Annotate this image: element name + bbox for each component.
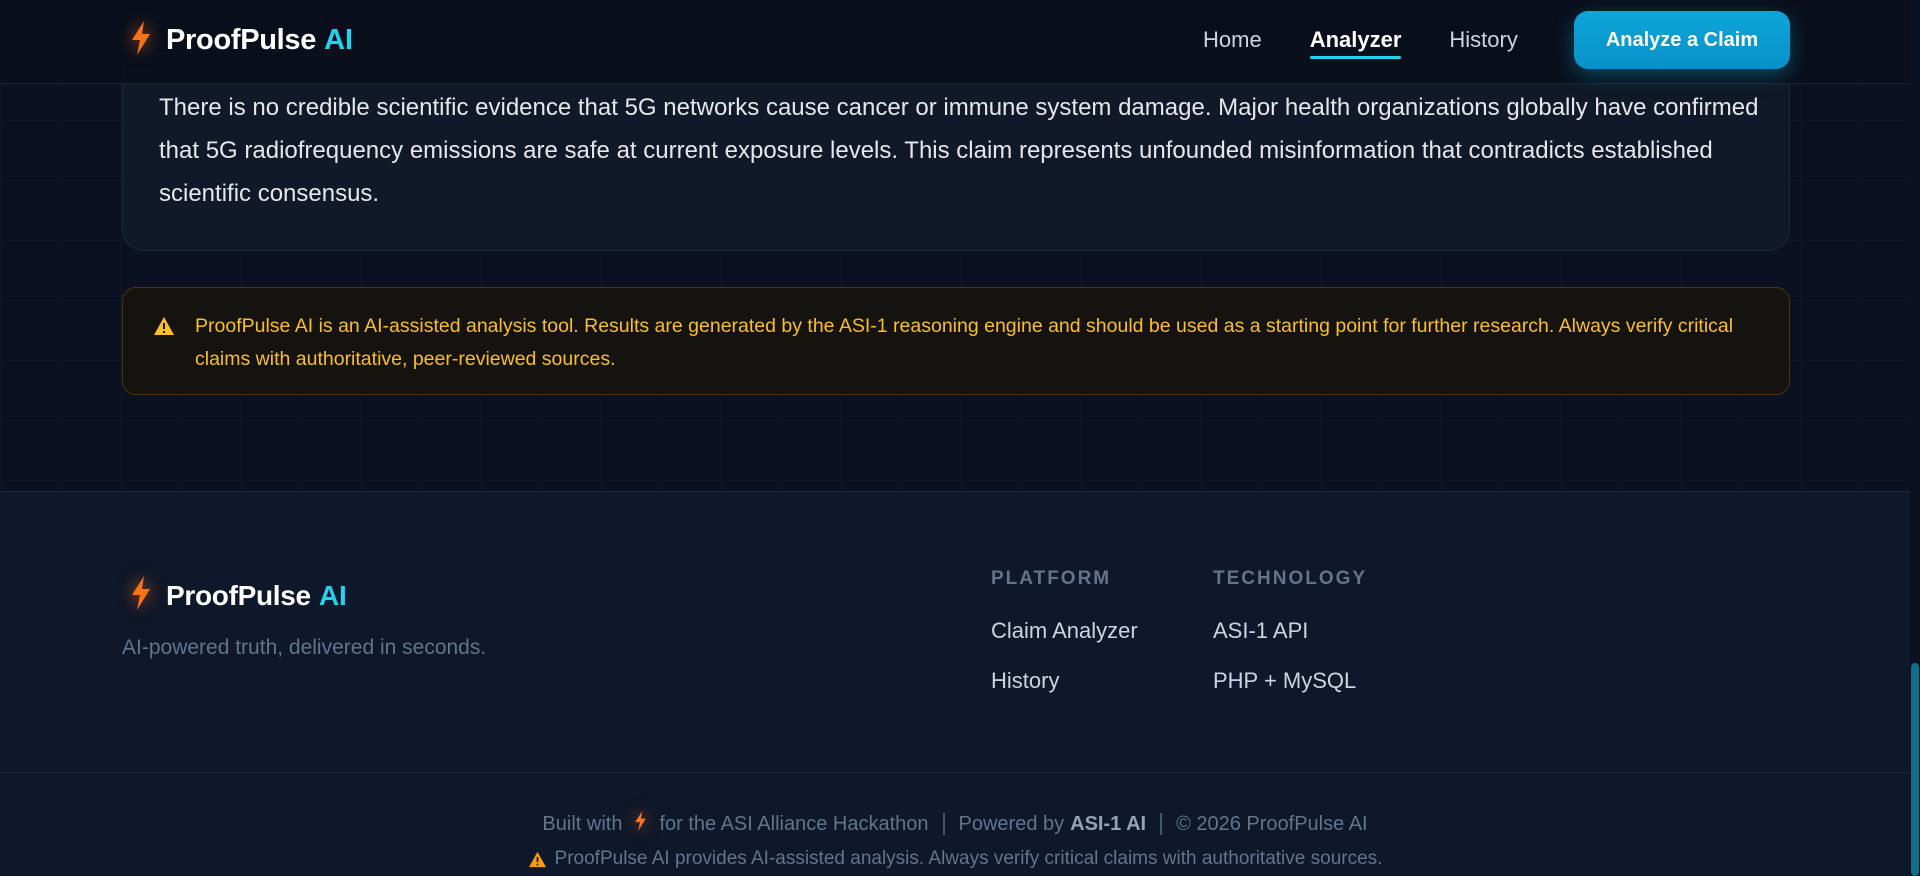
footer-heading-platform: PLATFORM — [991, 568, 1112, 589]
summary-text: There is no credible scientific evidence… — [159, 94, 1759, 207]
bolt-icon — [130, 20, 152, 60]
nav-links: Home Analyzer History — [1203, 27, 1566, 59]
footer-note-text: ProofPulse AI provides AI-assisted analy… — [554, 848, 1383, 869]
disclaimer-text: ProofPulse AI is an AI-assisted analysis… — [195, 315, 1734, 370]
built-with-text: Built with — [542, 812, 623, 835]
footer-brand[interactable]: ProofPulse AI — [130, 576, 347, 615]
footer-brand-ai: AI — [318, 579, 347, 611]
brand-ai: AI — [324, 23, 354, 56]
disclaimer-box: ProofPulse AI is an AI-assisted analysis… — [122, 287, 1790, 395]
nav-home[interactable]: Home — [1203, 27, 1262, 59]
brand-logo[interactable]: ProofPulse AI — [130, 20, 353, 60]
footer-link-claim-analyzer[interactable]: Claim Analyzer — [991, 618, 1138, 646]
nav-analyzer[interactable]: Analyzer — [1309, 27, 1401, 59]
scrollbar-thumb[interactable] — [1911, 663, 1919, 876]
separator — [942, 813, 945, 835]
brand-name: ProofPulse — [166, 23, 317, 56]
separator — [1160, 813, 1163, 835]
footer-heading-technology: TECHNOLOGY — [1213, 568, 1368, 589]
footer-link-asi1-api[interactable]: ASI-1 API — [1213, 618, 1367, 646]
footer: ProofPulse AI AI-powered truth, delivere… — [0, 491, 1910, 876]
footer-link-php-mysql[interactable]: PHP + MySQL — [1213, 668, 1367, 696]
warning-icon — [153, 316, 175, 341]
copyright-text: © 2026 ProofPulse AI — [1176, 812, 1368, 835]
footer-column-technology: TECHNOLOGY ASI-1 API PHP + MySQL — [1213, 568, 1367, 696]
footer-link-history[interactable]: History — [991, 668, 1138, 696]
bolt-icon — [634, 811, 647, 837]
powered-by-text: Powered by — [958, 812, 1065, 835]
footer-tagline: AI-powered truth, delivered in seconds. — [122, 636, 487, 659]
hackathon-text: for the ASI Alliance Hackathon — [659, 812, 929, 835]
powered-by-engine: ASI-1 AI — [1070, 812, 1147, 835]
nav-history[interactable]: History — [1449, 27, 1517, 59]
footer-credits: Built with for the ASI Alliance Hackatho… — [0, 808, 1910, 840]
warning-icon — [528, 851, 547, 868]
analyze-claim-button[interactable]: Analyze a Claim — [1574, 11, 1790, 69]
footer-brand-name: ProofPulse — [166, 579, 311, 611]
footer-column-platform: PLATFORM Claim Analyzer History — [991, 568, 1138, 696]
bolt-icon — [130, 576, 152, 615]
footer-divider — [0, 772, 1910, 773]
footer-note: ProofPulse AI provides AI-assisted analy… — [0, 844, 1910, 874]
top-nav: ProofPulse AI Home Analyzer History Anal… — [0, 0, 1910, 84]
